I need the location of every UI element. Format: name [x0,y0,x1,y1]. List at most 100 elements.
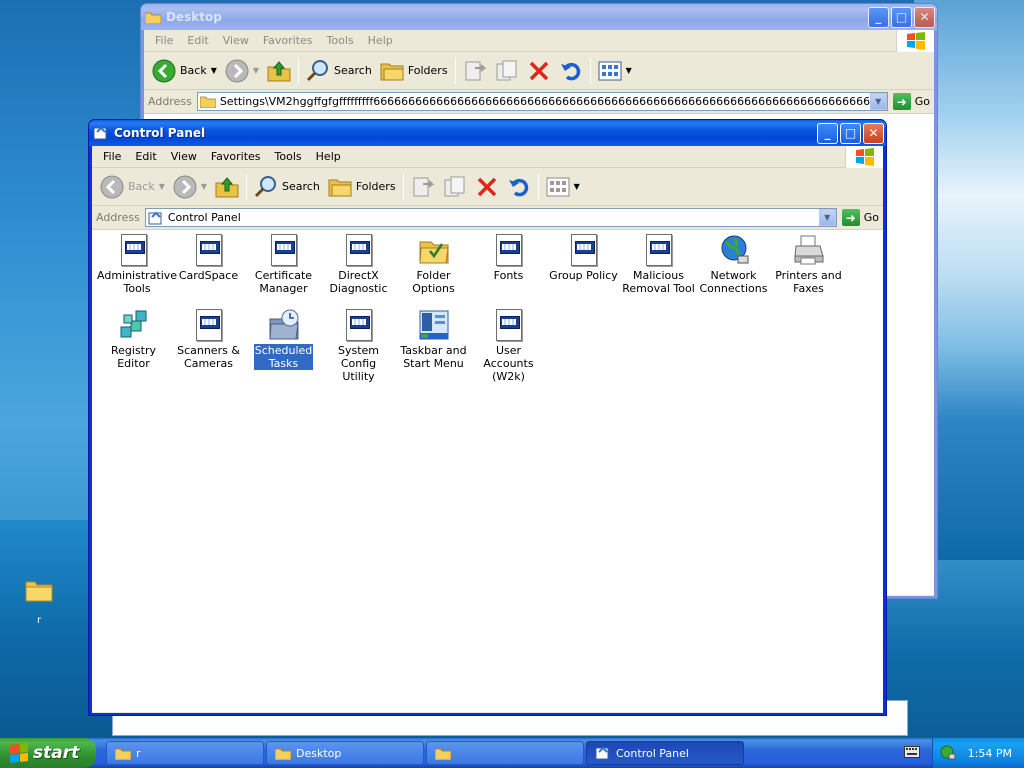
control-panel-icon [93,126,109,140]
cp-item-certificate-manager[interactable]: Certificate Manager [246,234,321,295]
close-button[interactable]: ✕ [863,122,884,144]
delete-button[interactable] [471,172,503,202]
move-to-button[interactable] [459,56,491,86]
delete-x-icon [529,61,548,80]
views-button[interactable]: ▼ [542,172,584,202]
document-app-icon [645,234,672,266]
search-icon [306,59,329,81]
keyboard-tray-icon[interactable] [904,746,920,761]
cp-item-group-policy[interactable]: Group Policy [546,234,621,282]
cp-item-user-accounts-w2k[interactable]: User Accounts (W2k) [471,309,546,383]
taskbar-item-control-panel[interactable]: Control Panel [586,741,744,765]
back-arrow-icon [100,175,124,198]
back-button[interactable]: Back ▼ [148,56,221,86]
up-folder-icon [267,60,291,81]
forward-button[interactable]: ▼ [169,172,211,202]
cp-item-registry-editor[interactable]: Registry Editor [96,309,171,370]
toolbar-separator [298,57,300,84]
clock[interactable]: 1:54 PM [968,747,1012,760]
cp-item-administrative-tools[interactable]: Administrative Tools [96,234,177,295]
copy-to-icon [444,176,465,196]
taskbar: start r Desktop Control Panel 1:54 PM [0,738,1024,768]
desktop-folder-r[interactable]: r [22,578,56,626]
address-dropdown-button[interactable]: ▼ [869,93,887,110]
taskbar-item-r[interactable]: r [106,741,264,765]
standard-toolbar: Back ▼ ▼ Search Folders ▼ [144,52,934,90]
forward-button[interactable]: ▼ [221,56,263,86]
globe-network-icon [721,235,748,264]
menu-favorites[interactable]: Favorites [204,150,268,163]
cp-item-directx-diagnostic[interactable]: DirectX Diagnostic [321,234,396,295]
control-panel-titlebar[interactable]: Control Panel _ □ ✕ [89,120,886,146]
folder-icon [275,746,291,760]
maximize-button[interactable]: □ [840,122,861,144]
menu-tools[interactable]: Tools [320,34,361,47]
back-button[interactable]: Back ▼ [96,172,169,202]
address-bar: Address Control Panel ▼ ➜ Go [92,206,883,230]
up-folder-button[interactable] [263,56,295,86]
go-button[interactable]: ➜ Go [841,209,879,226]
cp-item-network-connections[interactable]: Network Connections [696,234,771,295]
document-app-icon [570,234,597,266]
menu-file[interactable]: File [148,34,180,47]
views-grid-icon [546,177,570,196]
up-folder-button[interactable] [211,172,243,202]
desktop-window-titlebar[interactable]: Desktop _ □ ✕ [141,4,937,30]
folder-icon [115,746,131,760]
address-input[interactable]: Control Panel ▼ [144,208,837,227]
cp-item-printers-and-faxes[interactable]: Printers and Faxes [771,234,846,295]
go-arrow-icon: ➜ [841,209,860,226]
folder-icon [435,746,451,760]
menu-help[interactable]: Help [361,34,400,47]
minimize-button[interactable]: _ [868,6,889,28]
menu-view[interactable]: View [164,150,204,163]
cp-item-scanners-and-cameras[interactable]: Scanners & Cameras [171,309,246,370]
delete-x-icon [477,177,496,196]
menu-help[interactable]: Help [309,150,348,163]
cp-item-taskbar-and-start-menu[interactable]: Taskbar and Start Menu [396,309,471,370]
cp-item-cardspace[interactable]: CardSpace [171,234,246,282]
start-button[interactable]: start [0,738,96,768]
folders-button[interactable]: Folders [324,172,400,202]
cp-item-scheduled-tasks[interactable]: Scheduled Tasks [246,309,321,370]
search-button[interactable]: Search [250,172,324,202]
taskbar-item-folder[interactable] [426,741,584,765]
copy-to-button[interactable] [491,56,523,86]
printer-icon [793,235,824,265]
desktop-folder-label: r [36,615,42,626]
document-app-icon [495,309,522,341]
network-tray-icon[interactable] [940,745,956,761]
menu-view[interactable]: View [216,34,256,47]
undo-button[interactable] [555,56,587,86]
copy-to-button[interactable] [439,172,471,202]
cp-item-system-config-utility[interactable]: System Config Utility [321,309,396,383]
close-button[interactable]: ✕ [914,6,935,28]
move-to-button[interactable] [407,172,439,202]
menu-favorites[interactable]: Favorites [256,34,320,47]
undo-button[interactable] [503,172,535,202]
menu-edit[interactable]: Edit [128,150,163,163]
toolbar-separator [589,57,591,84]
minimize-button[interactable]: _ [817,122,838,144]
views-button[interactable]: ▼ [594,56,636,86]
address-input[interactable]: Settings\VM2hggffgfgfffffffff66666666666… [196,92,888,111]
cp-item-folder-options[interactable]: Folder Options [396,234,471,295]
cp-item-malicious-removal-tool[interactable]: Malicious Removal Tool [621,234,696,295]
taskbar-item-desktop[interactable]: Desktop [266,741,424,765]
search-button[interactable]: Search [302,56,376,86]
control-panel-window[interactable]: Control Panel _ □ ✕ File Edit View Favor… [88,119,887,716]
menu-edit[interactable]: Edit [180,34,215,47]
delete-button[interactable] [523,56,555,86]
go-button[interactable]: ➜ Go [892,93,930,110]
menu-file[interactable]: File [96,150,128,163]
menu-tools[interactable]: Tools [268,150,309,163]
windows-logo-icon [896,30,934,52]
document-app-icon [270,234,297,266]
folders-button[interactable]: Folders [376,56,452,86]
cp-item-fonts[interactable]: Fonts [471,234,546,282]
address-dropdown-button[interactable]: ▼ [818,209,836,226]
maximize-button[interactable]: □ [891,6,912,28]
up-folder-icon [215,176,239,197]
standard-toolbar: Back ▼ ▼ Search Folders ▼ [92,168,883,206]
go-arrow-icon: ➜ [892,93,911,110]
